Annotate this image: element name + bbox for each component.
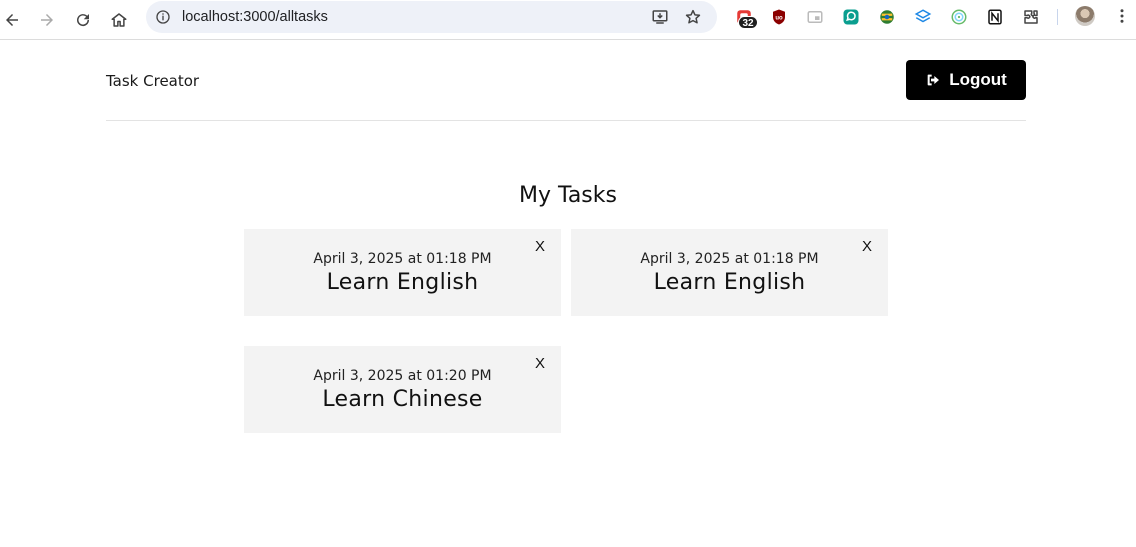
arrow-right-icon xyxy=(41,14,53,26)
logout-button[interactable]: Logout xyxy=(906,60,1026,100)
arrow-left-icon xyxy=(6,14,18,26)
home-button[interactable] xyxy=(105,6,133,34)
task-name: Learn English xyxy=(653,270,806,295)
back-button[interactable] xyxy=(0,6,26,34)
task-card: X April 3, 2025 at 01:20 PM Learn Chines… xyxy=(244,346,561,433)
logout-label: Logout xyxy=(949,70,1007,89)
brand-title[interactable]: Task Creator xyxy=(106,72,199,90)
home-icon xyxy=(111,13,127,27)
svg-text:uo: uo xyxy=(775,15,783,21)
picture-in-picture-icon[interactable] xyxy=(805,7,825,27)
url-text[interactable]: localhost:3000/alltasks xyxy=(182,8,328,26)
task-date: April 3, 2025 at 01:20 PM xyxy=(313,368,492,384)
star-icon[interactable] xyxy=(683,7,703,27)
task-card: X April 3, 2025 at 01:18 PM Learn Englis… xyxy=(571,229,888,316)
ublock-icon[interactable]: uo xyxy=(769,7,789,27)
task-date: April 3, 2025 at 01:18 PM xyxy=(640,251,819,267)
more-menu-icon[interactable] xyxy=(1112,6,1132,26)
task-name: Learn English xyxy=(326,270,479,295)
toolbar-divider xyxy=(1057,9,1058,25)
browser-toolbar: localhost:3000/alltasks 32 uo xyxy=(0,0,1136,40)
sign-out-icon xyxy=(927,74,940,86)
layers-extension-icon[interactable] xyxy=(913,7,933,27)
chat-extension-icon[interactable] xyxy=(841,7,861,27)
task-name: Learn Chinese xyxy=(322,387,483,412)
install-app-icon[interactable] xyxy=(650,7,670,27)
avatar[interactable] xyxy=(1075,6,1095,26)
page-title: My Tasks xyxy=(519,183,617,208)
target-extension-icon[interactable] xyxy=(949,7,969,27)
puzzle-icon[interactable] xyxy=(1021,7,1041,27)
globe-extension-icon[interactable] xyxy=(877,7,897,27)
app-header: Task Creator Logout xyxy=(106,40,1026,121)
reload-icon xyxy=(77,14,90,27)
extension-badge: 32 xyxy=(738,16,758,29)
notion-icon[interactable] xyxy=(985,7,1005,27)
forward-button[interactable] xyxy=(33,6,61,34)
task-card: X April 3, 2025 at 01:18 PM Learn Englis… xyxy=(244,229,561,316)
reload-button[interactable] xyxy=(69,6,97,34)
address-bar[interactable]: localhost:3000/alltasks xyxy=(146,1,717,33)
task-date: April 3, 2025 at 01:18 PM xyxy=(313,251,492,267)
info-icon[interactable] xyxy=(154,8,172,26)
